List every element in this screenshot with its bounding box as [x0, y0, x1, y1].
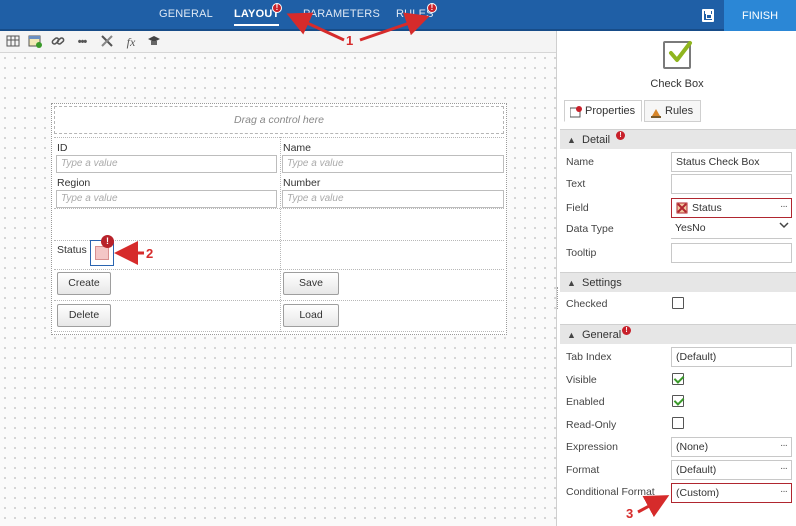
settings-section-header[interactable]: ▲ Settings — [560, 272, 796, 292]
number-label: Number — [283, 177, 321, 189]
tab-rules-label: Rules — [665, 105, 694, 117]
prop-tooltip-field[interactable] — [671, 243, 792, 263]
prop-tooltip-label: Tooltip — [566, 247, 597, 259]
finish-button[interactable]: FINISH — [724, 0, 796, 31]
settings-section-title: Settings — [582, 277, 622, 289]
rules-error-badge: ! — [427, 3, 437, 13]
delete-button[interactable]: Delete — [57, 304, 111, 327]
status-row — [54, 240, 504, 270]
prop-checked-checkbox[interactable] — [672, 297, 684, 309]
properties-icon — [569, 105, 582, 118]
layout-error-badge: ! — [272, 3, 282, 13]
prop-text-field[interactable] — [671, 174, 792, 194]
properties-panel: Check Box Properties Rules ▲ Detail ! Na… — [556, 31, 796, 526]
create-button[interactable]: Create — [57, 272, 111, 295]
ellipsis-icon[interactable]: ··· — [780, 198, 788, 216]
tab-general[interactable]: GENERAL — [159, 8, 213, 20]
collapse-chevron-icon: ▲ — [567, 330, 576, 340]
save-icon[interactable] — [702, 9, 714, 22]
table-icon[interactable] — [5, 34, 21, 50]
collapse-chevron-icon: ▲ — [567, 278, 576, 288]
function-icon[interactable]: fx — [123, 34, 139, 50]
top-navigation-bar: GENERAL LAYOUT ! PARAMETERS RULES ! FINI… — [0, 0, 796, 31]
name-label: Name — [283, 142, 312, 154]
annotation-number-1: 1 — [346, 33, 354, 48]
region-label: Region — [57, 177, 91, 189]
collapse-chevron-icon: ▲ — [567, 135, 576, 145]
general-section-title: General — [582, 329, 622, 341]
prop-readonly-label: Read-Only — [566, 419, 617, 431]
prop-datatype-select[interactable]: YesNo — [671, 219, 792, 239]
prop-tabindex-label: Tab Index — [566, 351, 612, 363]
rules-icon — [650, 105, 662, 118]
status-checkbox-box — [95, 246, 109, 260]
prop-datatype-value: YesNo — [675, 222, 706, 234]
prop-tabindex-field[interactable]: (Default) — [671, 347, 792, 367]
tab-parameters[interactable]: PARAMETERS — [303, 8, 380, 20]
annotation-number-2: 2 — [146, 246, 154, 261]
number-input[interactable]: Type a value — [282, 190, 504, 208]
prop-visible-label: Visible — [566, 374, 597, 386]
prop-checked-label: Checked — [566, 298, 608, 310]
prop-condformat-label: Conditional Format — [566, 486, 655, 498]
prop-datatype-label: Data Type — [566, 223, 614, 235]
name-input[interactable]: Type a value — [282, 155, 504, 173]
id-label: ID — [57, 142, 68, 154]
more-icon[interactable]: ••• — [74, 34, 90, 50]
prop-condformat-field[interactable]: (Custom) ··· — [671, 483, 792, 503]
detail-section-header[interactable]: ▲ Detail ! — [560, 129, 796, 149]
prop-format-label: Format — [566, 464, 600, 476]
prop-enabled-label: Enabled — [566, 396, 605, 408]
prop-readonly-checkbox[interactable] — [672, 417, 684, 429]
prop-name-field[interactable]: Status Check Box — [671, 152, 792, 172]
detail-section-title: Detail — [582, 134, 611, 146]
prop-expression-field[interactable]: (None) ··· — [671, 437, 792, 457]
prop-format-value: (Default) — [676, 464, 717, 476]
status-label: Status — [57, 244, 87, 256]
detail-error-badge: ! — [616, 131, 625, 140]
graduate-icon[interactable] — [146, 34, 162, 50]
prop-format-field[interactable]: (Default) ··· — [671, 460, 792, 480]
general-error-badge: ! — [622, 326, 631, 335]
prop-field-label: Field — [566, 202, 589, 214]
status-error-badge: ! — [101, 235, 114, 248]
add-form-icon[interactable] — [27, 34, 43, 50]
prop-enabled-checkbox[interactable] — [672, 395, 684, 407]
form-layout-table: Drag a control here ID Type a value Name… — [51, 103, 507, 335]
prop-visible-checkbox[interactable] — [672, 373, 684, 385]
tab-properties-label: Properties — [585, 105, 636, 117]
load-button[interactable]: Load — [283, 304, 339, 327]
tab-properties[interactable]: Properties — [564, 100, 642, 122]
prop-condformat-value: (Custom) — [676, 487, 720, 499]
prop-field-picker[interactable]: Status ··· — [671, 198, 792, 218]
checkbox-control-icon — [663, 41, 692, 69]
ellipsis-icon[interactable]: ··· — [780, 460, 788, 478]
prop-expression-value: (None) — [676, 441, 709, 453]
ellipsis-icon[interactable]: ··· — [780, 483, 788, 501]
general-section-header[interactable]: ▲ General ! — [560, 324, 796, 344]
id-input[interactable]: Type a value — [56, 155, 277, 173]
prop-text-label: Text — [566, 178, 586, 190]
prop-expression-label: Expression — [566, 441, 618, 453]
buttons-row — [54, 300, 504, 332]
tab-rules-panel[interactable]: Rules — [644, 100, 701, 122]
chevron-down-icon — [779, 219, 789, 237]
control-type-name: Check Box — [650, 78, 704, 90]
field-error-icon — [676, 202, 688, 220]
save-button[interactable]: Save — [283, 272, 339, 295]
ellipsis-icon[interactable]: ··· — [780, 437, 788, 455]
layout-toolbar: ••• fx — [0, 31, 556, 53]
tools-icon[interactable] — [99, 34, 115, 50]
prop-field-value: Status — [692, 202, 722, 214]
prop-name-label: Name — [566, 156, 595, 168]
region-input[interactable]: Type a value — [56, 190, 277, 208]
drop-zone[interactable]: Drag a control here — [54, 106, 504, 134]
annotation-number-3: 3 — [626, 506, 634, 521]
link-icon[interactable] — [50, 34, 66, 50]
